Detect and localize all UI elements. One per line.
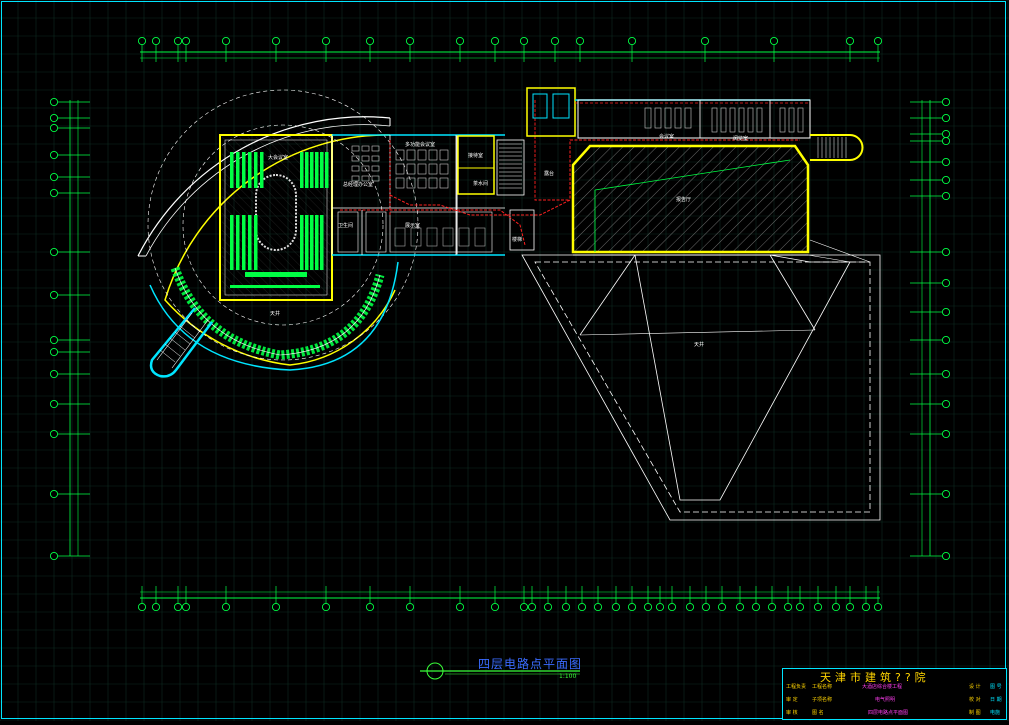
room-label-toilet: 卫生间 [338, 223, 354, 229]
room-label-stair: 楼梯 [512, 237, 523, 243]
tb-row3-a: 审 核 [786, 710, 798, 716]
tb-row2-e: 日 期 [990, 697, 1002, 703]
room-label-big-room: 报告厅 [676, 197, 692, 203]
tb-row3-d: 制 图 [969, 710, 981, 716]
tb-row1-c: 大酒店综合楼工程 [862, 684, 903, 690]
tb-row2-d: 校 对 [969, 697, 981, 703]
room-label-cyan-room: 阅览室 [733, 136, 749, 142]
room-label-office-a: 多功能会议室 [405, 142, 436, 148]
drawing-scale: 1:100 [559, 673, 577, 680]
tb-row3-e: 电施 [990, 710, 1001, 716]
room-label-court: 露台 [544, 171, 555, 177]
room-label-roof-main: 天井 [694, 342, 705, 348]
room-label-meeting: 会议室 [659, 134, 675, 140]
tb-row2-a: 审 定 [786, 697, 798, 703]
room-label-auditorium: 大会议室 [268, 155, 289, 161]
drawing-title: 四层电路点平面图 [478, 657, 583, 671]
tb-row1-a: 工程负责 [786, 684, 807, 690]
tb-row2-c: 电气照明 [875, 697, 896, 703]
drawing-border [1, 1, 1006, 719]
tb-row2-b: 子项名称 [812, 697, 833, 703]
tb-row3-c: 四层电路点平面图 [868, 710, 909, 716]
tb-row3-b: 图 名 [812, 710, 824, 716]
room-label-office-b: 总经理办公室 [343, 182, 374, 188]
room-label-roof: 天井 [270, 311, 281, 317]
room-label-lounge: 展示室 [405, 223, 421, 229]
tb-row1-d: 设 计 [969, 684, 981, 690]
tb-row1-b: 工程名称 [812, 684, 833, 690]
tb-row1-e: 图 号 [990, 684, 1002, 690]
room-label-pantry: 茶水间 [473, 181, 489, 187]
cad-drawing: 大会议室 天井 多功能会议室 总经理办公室 接待室 展示室 卫生间 楼梯 茶水间… [0, 0, 1009, 721]
room-label-reception: 接待室 [468, 153, 484, 159]
